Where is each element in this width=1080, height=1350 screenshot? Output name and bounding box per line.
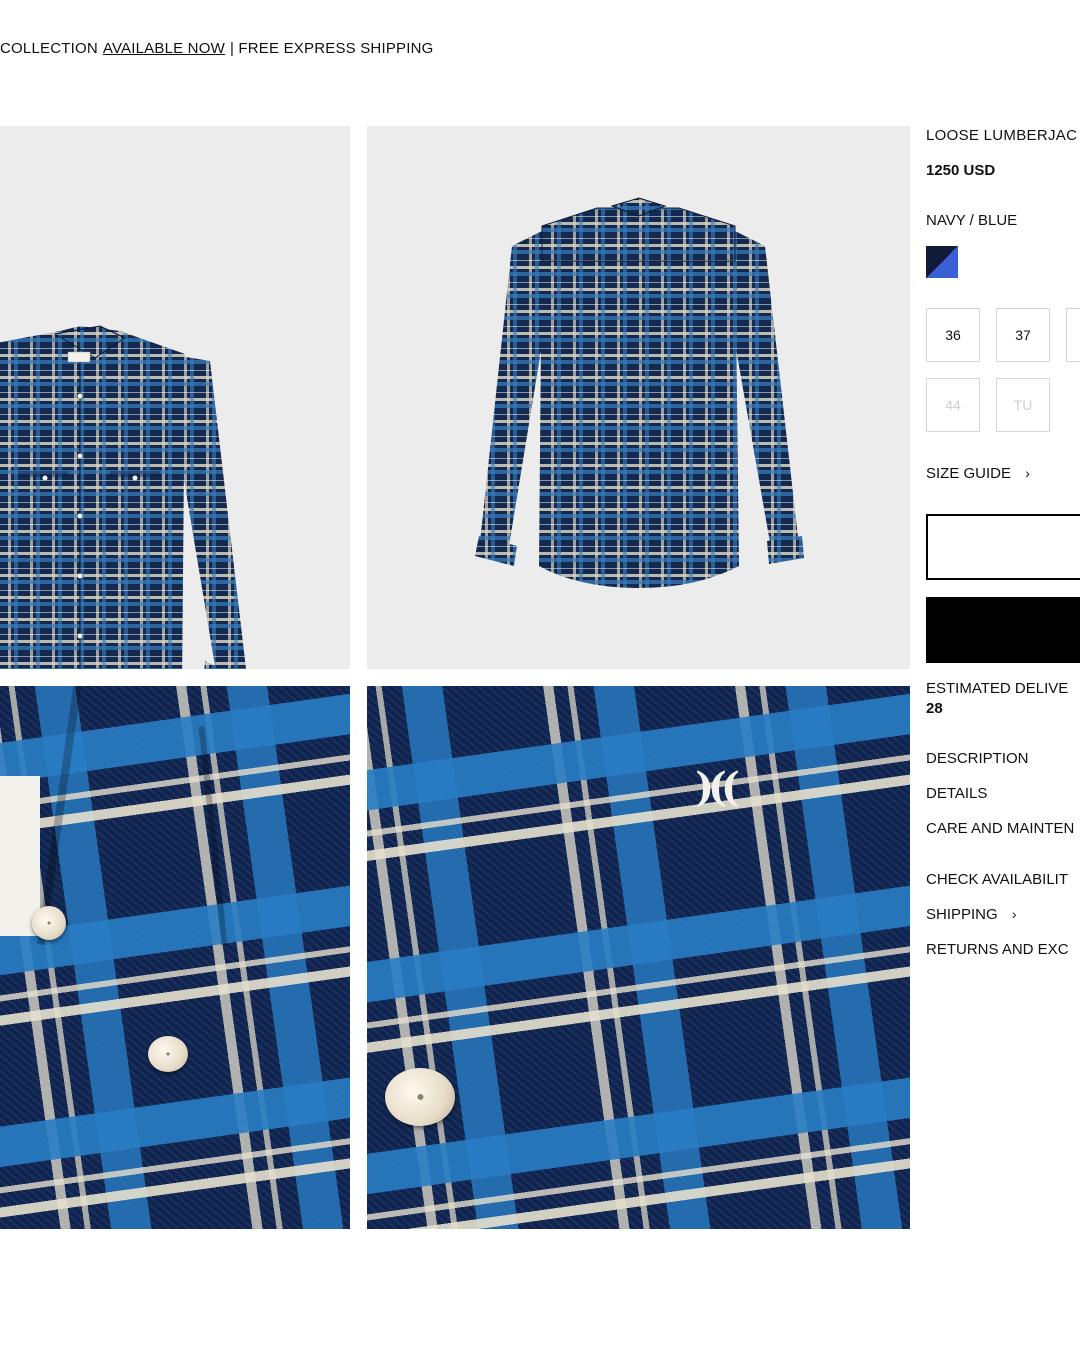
- size-guide-label: SIZE GUIDE: [926, 465, 1012, 482]
- shirt-button: [32, 906, 66, 940]
- banner-available-now-link[interactable]: AVAILABLE NOW: [103, 40, 225, 57]
- size-option-37[interactable]: 37: [996, 308, 1050, 362]
- product-image-fabric-detail[interactable]: )((: [367, 686, 910, 1229]
- product-image-front[interactable]: [0, 126, 350, 669]
- product-image-back[interactable]: [367, 126, 910, 669]
- add-to-bag-button[interactable]: [926, 597, 1080, 663]
- shirt-button: [148, 1036, 188, 1072]
- size-guide-link[interactable]: SIZE GUIDE ›: [926, 465, 1030, 482]
- product-price: 1250 USD: [926, 162, 996, 179]
- chevron-right-icon: ›: [1025, 465, 1030, 481]
- size-option-36[interactable]: 36: [926, 308, 980, 362]
- banner-prefix: COLLECTION: [0, 39, 98, 57]
- accordion-details[interactable]: DETAILS: [926, 785, 987, 802]
- banner-shipping-text: | FREE EXPRESS SHIPPING: [229, 39, 434, 57]
- product-page: COLLECTION AVAILABLE NOW | FREE EXPRESS …: [0, 0, 1080, 1350]
- returns-link[interactable]: RETURNS AND EXC: [926, 941, 1069, 958]
- product-image-collar-detail[interactable]: [0, 686, 350, 1229]
- estimated-delivery-label: ESTIMATED DELIVE: [926, 680, 1069, 697]
- label-tag: [0, 776, 40, 936]
- shipping-link[interactable]: SHIPPING ›: [926, 906, 1017, 923]
- promo-banner: COLLECTION AVAILABLE NOW | FREE EXPRESS …: [0, 38, 434, 58]
- check-availability-link[interactable]: CHECK AVAILABILIT: [926, 871, 1068, 888]
- shirt-back-illustration: [475, 197, 804, 588]
- secondary-action-button[interactable]: [926, 514, 1080, 580]
- size-option-38[interactable]: 3: [1066, 308, 1080, 362]
- shipping-label: SHIPPING: [926, 906, 998, 923]
- size-option-tu: TU: [996, 378, 1050, 432]
- shirt-button: [385, 1068, 455, 1126]
- triomphe-logo-icon: )((: [695, 763, 740, 811]
- product-info-panel: LOOSE LUMBERJAC 1250 USD NAVY / BLUE 36 …: [926, 0, 1080, 1350]
- color-swatch-navy-blue[interactable]: [926, 246, 958, 278]
- accordion-care[interactable]: CARE AND MAINTEN: [926, 820, 1074, 837]
- product-title: LOOSE LUMBERJAC: [926, 127, 1078, 144]
- collar-edge-shadow: [198, 726, 228, 946]
- chevron-right-icon: ›: [1011, 906, 1017, 922]
- size-option-44: 44: [926, 378, 980, 432]
- estimated-delivery-date: 28: [926, 700, 943, 717]
- accordion-description[interactable]: DESCRIPTION: [926, 750, 1029, 767]
- color-name: NAVY / BLUE: [926, 212, 1018, 229]
- shirt-front-illustration: [0, 325, 247, 669]
